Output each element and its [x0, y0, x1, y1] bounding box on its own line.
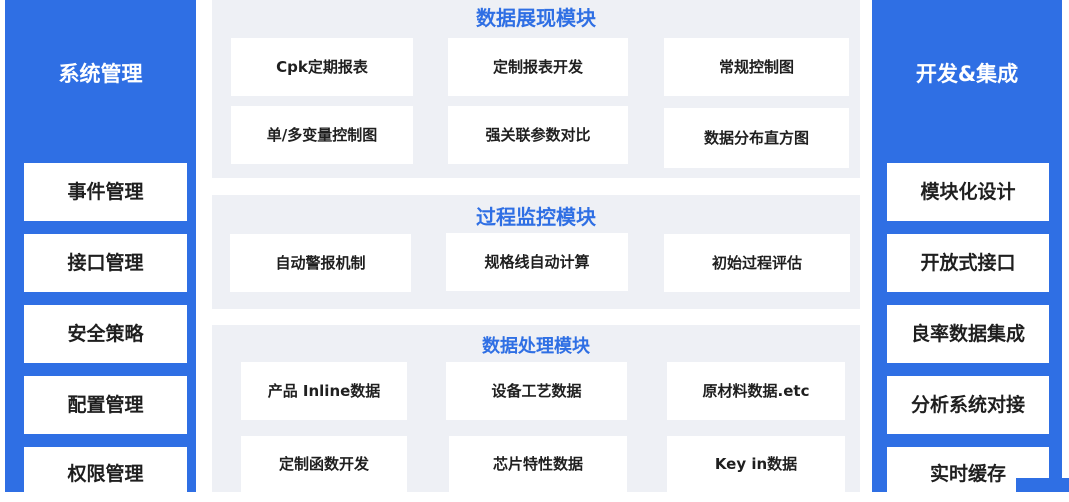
modular-design-item[interactable]: 模块化设计	[887, 163, 1049, 221]
monitor-card-process-eval[interactable]: 初始过程评估	[664, 234, 850, 292]
monitor-card-spec-line[interactable]: 规格线自动计算	[446, 233, 628, 291]
open-interface-item[interactable]: 开放式接口	[887, 234, 1049, 292]
security-policy-item[interactable]: 安全策略	[24, 305, 187, 363]
process-card-custom-function[interactable]: 定制函数开发	[241, 436, 407, 492]
system-management-title: 系统管理	[58, 62, 143, 86]
data-display-module: 数据展现模块 Cpk定期报表 定制报表开发 常规控制图 单/多变量控制图 强关联…	[212, 0, 860, 178]
process-card-material-data[interactable]: 原材料数据.etc	[667, 362, 845, 420]
display-card-control-chart[interactable]: 常规控制图	[664, 38, 849, 96]
dev-integration-title: 开发&集成	[915, 62, 1019, 86]
interface-management-item[interactable]: 接口管理	[24, 234, 187, 292]
data-display-module-title: 数据展现模块	[476, 6, 596, 30]
data-process-module: 数据处理模块 产品 Inline数据 设备工艺数据 原材料数据.etc 定制函数…	[212, 325, 860, 492]
process-card-equipment-data[interactable]: 设备工艺数据	[446, 362, 627, 420]
process-card-chip-data[interactable]: 芯片特性数据	[449, 436, 627, 492]
process-card-keyin-data[interactable]: Key in数据	[667, 436, 845, 492]
analysis-system-docking-item[interactable]: 分析系统对接	[887, 376, 1049, 434]
process-monitor-module: 过程监控模块 自动警报机制 规格线自动计算 初始过程评估	[212, 195, 860, 309]
data-process-module-title: 数据处理模块	[482, 336, 590, 357]
display-card-param-compare[interactable]: 强关联参数对比	[448, 106, 628, 164]
display-card-cpk-report[interactable]: Cpk定期报表	[231, 38, 413, 96]
corner-decoration	[1016, 478, 1069, 492]
display-card-variable-control-chart[interactable]: 单/多变量控制图	[231, 106, 413, 164]
system-management-panel: 系统管理 事件管理 接口管理 安全策略 配置管理 权限管理	[5, 0, 196, 492]
dev-integration-panel: 开发&集成 模块化设计 开放式接口 良率数据集成 分析系统对接 实时缓存	[872, 0, 1062, 492]
process-monitor-module-title: 过程监控模块	[476, 205, 596, 229]
process-card-inline-data[interactable]: 产品 Inline数据	[241, 362, 407, 420]
permission-management-item[interactable]: 权限管理	[24, 447, 187, 492]
display-card-custom-report[interactable]: 定制报表开发	[448, 38, 628, 96]
monitor-card-auto-alarm[interactable]: 自动警报机制	[230, 234, 411, 292]
event-management-item[interactable]: 事件管理	[24, 163, 187, 221]
config-management-item[interactable]: 配置管理	[24, 376, 187, 434]
display-card-histogram[interactable]: 数据分布直方图	[664, 108, 849, 168]
yield-data-integration-item[interactable]: 良率数据集成	[887, 305, 1049, 363]
